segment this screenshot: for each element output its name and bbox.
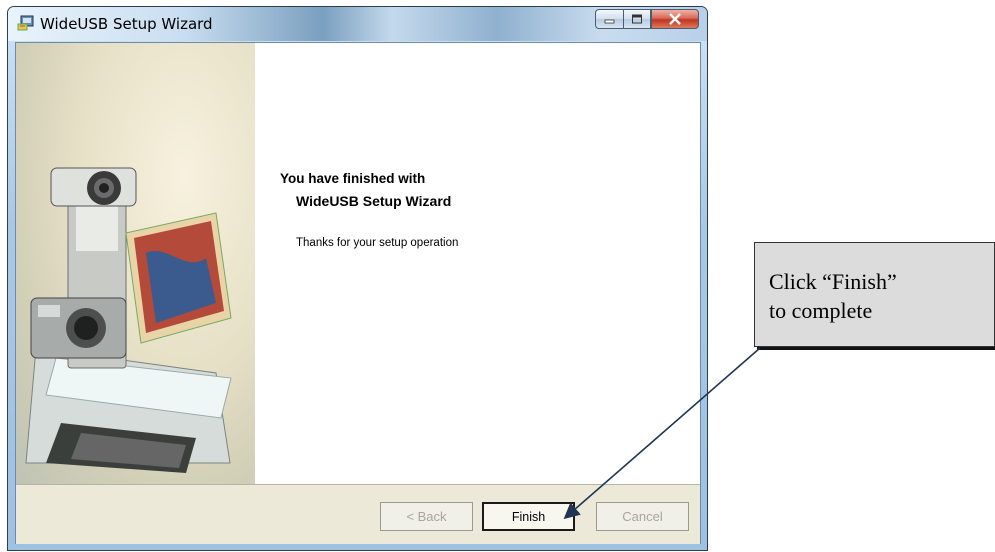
devices-illustration xyxy=(25,167,232,473)
instruction-callout: Click “Finish” to complete xyxy=(754,242,995,347)
installer-icon xyxy=(17,15,34,31)
maximize-button[interactable] xyxy=(623,9,651,29)
window-title: WideUSB Setup Wizard xyxy=(40,15,213,33)
setup-wizard-window: WideUSB Setup Wizard You have finished w… xyxy=(7,6,708,551)
callout-text-line2: to complete xyxy=(769,298,873,323)
callout-text-line1: Click “Finish” xyxy=(769,269,897,294)
minimize-button[interactable] xyxy=(595,9,623,29)
finish-heading-line2: WideUSB Setup Wizard xyxy=(296,193,452,209)
callout-text: Click “Finish” to complete xyxy=(769,267,897,325)
caption-buttons xyxy=(595,9,699,29)
wizard-content: You have finished with WideUSB Setup Wiz… xyxy=(255,43,700,484)
wizard-side-image xyxy=(16,43,255,484)
cancel-button[interactable]: Cancel xyxy=(596,502,689,531)
close-icon xyxy=(669,13,681,25)
finish-button[interactable]: Finish xyxy=(482,502,575,531)
back-button[interactable]: < Back xyxy=(380,502,473,531)
thanks-message: Thanks for your setup operation xyxy=(296,237,459,249)
finish-heading-line1: You have finished with xyxy=(280,171,426,186)
close-button[interactable] xyxy=(651,9,699,29)
wizard-client-area: You have finished with WideUSB Setup Wiz… xyxy=(15,42,701,544)
minimize-icon xyxy=(604,19,614,24)
wizard-button-bar: < Back Finish Cancel xyxy=(16,484,700,544)
maximize-icon xyxy=(632,14,642,24)
title-bar[interactable]: WideUSB Setup Wizard xyxy=(8,7,707,41)
